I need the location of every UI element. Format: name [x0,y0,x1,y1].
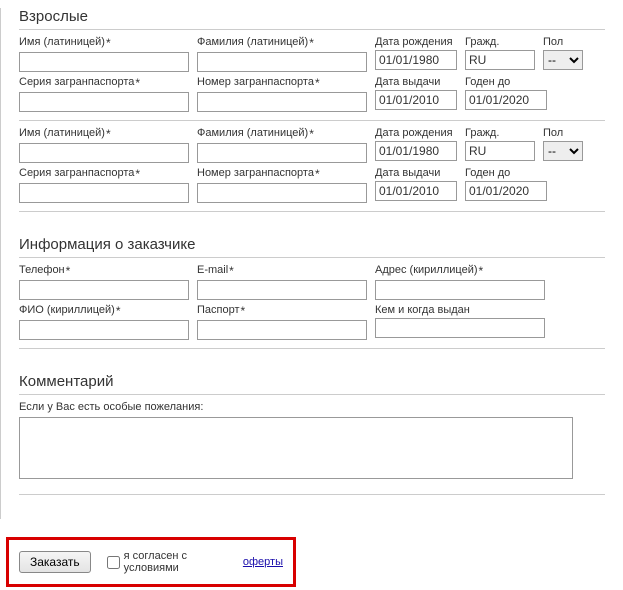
passport-number-label: Номер загранпаспорта* [197,76,367,90]
issue-date-label: Дата выдачи [375,167,457,179]
required-star: * [229,264,234,278]
dob-label: Дата рождения [375,127,457,139]
order-footer: Заказать я согласен с условиями оферты [6,537,296,587]
divider [19,211,605,212]
surname-input[interactable] [197,143,367,163]
required-star: * [66,264,71,278]
nationality-label: Гражд. [465,127,535,139]
required-star: * [479,264,484,278]
nationality-input[interactable] [465,50,535,70]
divider [19,348,605,349]
passport-label: Паспорт* [197,304,367,318]
section-title-customer: Информация о заказчике [19,236,605,253]
required-star: * [106,127,111,141]
address-input[interactable] [375,280,545,300]
issue-date-input[interactable] [375,90,457,110]
surname-input[interactable] [197,52,367,72]
name-input[interactable] [19,143,189,163]
name-input[interactable] [19,52,189,72]
sex-label: Пол [543,36,583,48]
valid-until-label: Годен до [465,76,547,88]
surname-label: Фамилия (латиницей)* [197,127,367,141]
issued-by-label: Кем и когда выдан [375,304,545,316]
adult-row: Имя (латиницей)* Фамилия (латиницей)* Да… [19,36,605,76]
comment-hint: Если у Вас есть особые пожелания: [19,401,605,413]
passport-series-input[interactable] [19,183,189,203]
nationality-input[interactable] [465,141,535,161]
phone-input[interactable] [19,280,189,300]
required-star: * [315,167,320,181]
divider [19,29,605,30]
name-label: Имя (латиницей)* [19,36,189,50]
dob-input[interactable] [375,141,457,161]
section-title-adults: Взрослые [19,8,605,25]
agree-checkbox[interactable] [107,556,120,569]
divider [19,394,605,395]
surname-label: Фамилия (латиницей)* [197,36,367,50]
nationality-label: Гражд. [465,36,535,48]
divider [19,120,605,121]
sex-label: Пол [543,127,583,139]
required-star: * [315,76,320,90]
required-star: * [106,36,111,50]
passport-number-label: Номер загранпаспорта* [197,167,367,181]
required-star: * [241,304,246,318]
passport-number-input[interactable] [197,92,367,112]
oferta-link[interactable]: оферты [243,556,283,568]
issue-date-label: Дата выдачи [375,76,457,88]
phone-label: Телефон* [19,264,189,278]
passport-number-input[interactable] [197,183,367,203]
dob-label: Дата рождения [375,36,457,48]
divider [19,257,605,258]
fio-label: ФИО (кириллицей)* [19,304,189,318]
required-star: * [135,167,140,181]
dob-input[interactable] [375,50,457,70]
section-title-comment: Комментарий [19,373,605,390]
required-star: * [309,36,314,50]
order-button[interactable]: Заказать [19,551,91,573]
sex-select[interactable]: -- [543,141,583,161]
agree-label[interactable]: я согласен с условиями оферты [103,550,283,574]
address-label: Адрес (кириллицей)* [375,264,545,278]
email-input[interactable] [197,280,367,300]
adult-row: Серия загранпаспорта* Номер загранпаспор… [19,167,605,207]
adult-row: Серия загранпаспорта* Номер загранпаспор… [19,76,605,116]
adult-row: Имя (латиницей)* Фамилия (латиницей)* Да… [19,127,605,167]
issue-date-input[interactable] [375,181,457,201]
sex-select[interactable]: -- [543,50,583,70]
customer-row: ФИО (кириллицей)* Паспорт* Кем и когда в… [19,304,605,344]
passport-input[interactable] [197,320,367,340]
agree-text: я согласен с условиями [124,550,243,574]
valid-until-input[interactable] [465,181,547,201]
required-star: * [135,76,140,90]
comment-textarea[interactable] [19,417,573,479]
customer-row: Телефон* E-mail* Адрес (кириллицей)* [19,264,605,304]
passport-series-input[interactable] [19,92,189,112]
passport-series-label: Серия загранпаспорта* [19,167,189,181]
valid-until-label: Годен до [465,167,547,179]
name-label: Имя (латиницей)* [19,127,189,141]
issued-by-input[interactable] [375,318,545,338]
divider [19,494,605,495]
fio-input[interactable] [19,320,189,340]
valid-until-input[interactable] [465,90,547,110]
email-label: E-mail* [197,264,367,278]
required-star: * [309,127,314,141]
required-star: * [116,304,121,318]
passport-series-label: Серия загранпаспорта* [19,76,189,90]
